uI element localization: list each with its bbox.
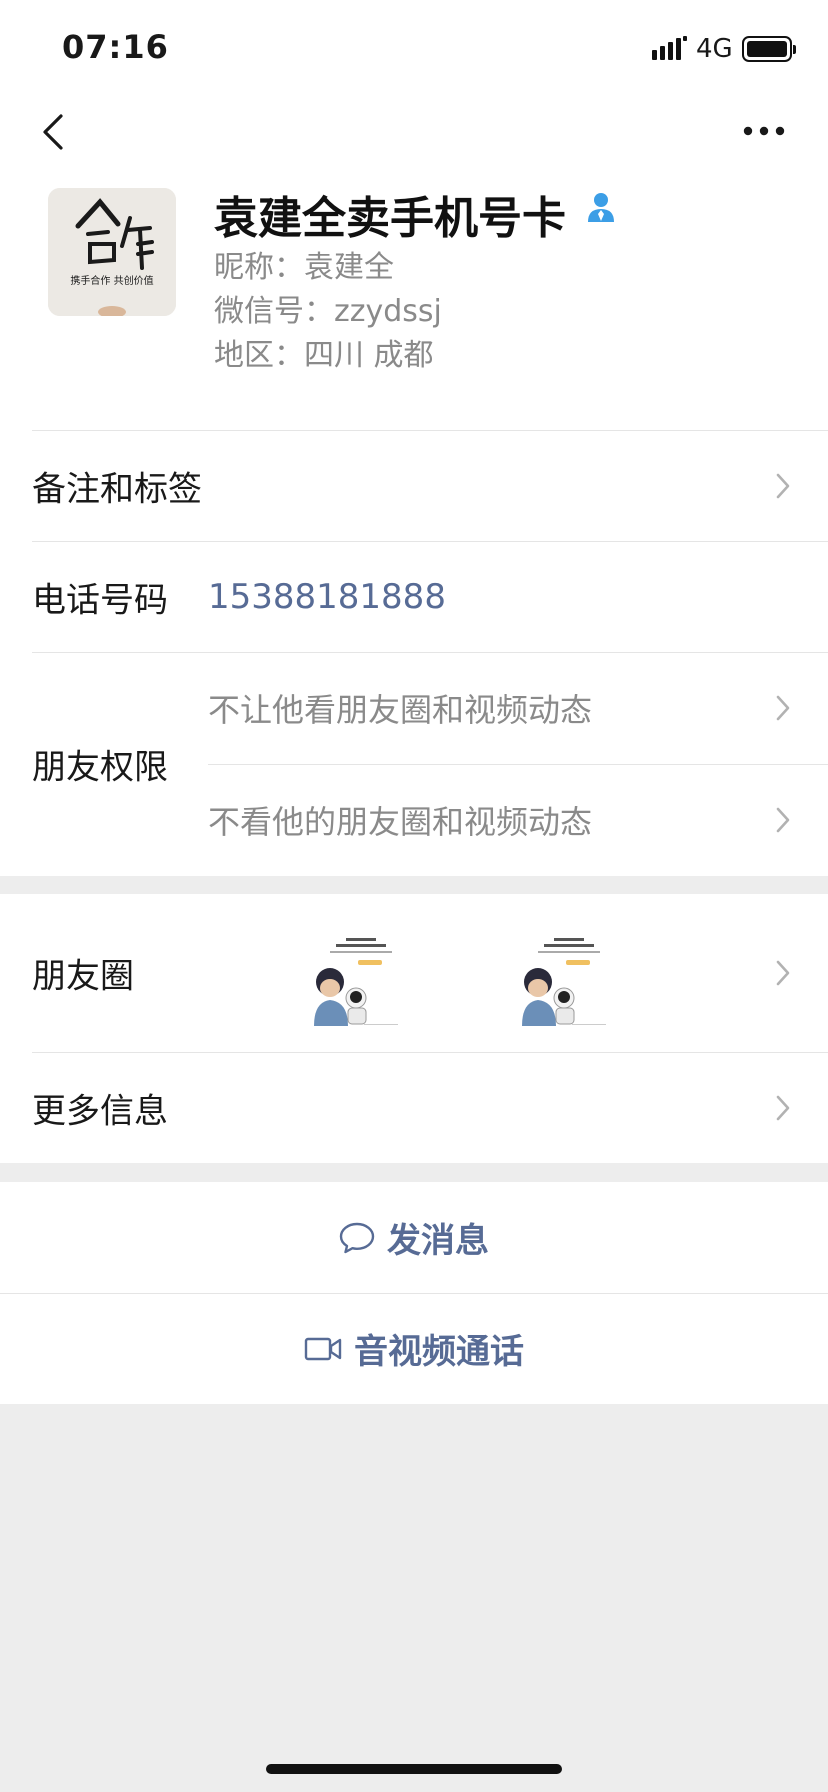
remark-tags-label: 备注和标签 — [32, 469, 202, 509]
battery-icon — [742, 36, 796, 62]
moments-label: 朋友圈 — [32, 956, 134, 997]
remark-tags-row[interactable]: 备注和标签 — [0, 430, 828, 541]
contact-person-icon — [588, 193, 614, 222]
phone-number-link[interactable]: 15388181888 — [208, 577, 446, 617]
more-info-row[interactable]: 更多信息 — [0, 1052, 828, 1163]
home-indicator — [266, 1764, 562, 1774]
more-info-label: 更多信息 — [32, 1091, 168, 1131]
chevron-left-icon — [43, 114, 63, 150]
chevron-right-icon — [776, 695, 790, 721]
video-camera-icon — [304, 1337, 342, 1360]
permission-hide-his-moments[interactable]: 不看他的朋友圈和视频动态 — [208, 764, 828, 876]
moments-row[interactable]: 朋友圈 — [0, 894, 828, 1052]
info-section: 备注和标签 电话号码 15388181888 朋友权限 不让他看朋友圈和视频动态… — [0, 430, 828, 876]
send-message-label: 发消息 — [387, 1221, 489, 1261]
network-type: 4G — [696, 34, 733, 64]
avatar[interactable]: 携手合作 共创价值 — [48, 188, 176, 316]
friend-permissions: 朋友权限 不让他看朋友圈和视频动态 不看他的朋友圈和视频动态 — [0, 652, 828, 876]
moment-thumbnail — [516, 932, 616, 1032]
permission-option-1: 不让他看朋友圈和视频动态 — [208, 691, 593, 729]
send-message-button[interactable]: 发消息 — [0, 1182, 828, 1293]
status-time: 07:16 — [62, 28, 169, 66]
back-button[interactable] — [28, 104, 78, 160]
phone-label: 电话号码 — [32, 580, 168, 620]
moments-section: 朋友圈 更多信息 — [0, 894, 828, 1163]
chevron-right-icon — [776, 1095, 790, 1120]
actions-section: 发消息 音视频通话 — [0, 1182, 828, 1404]
nav-bar — [0, 96, 828, 168]
av-call-button[interactable]: 音视频通话 — [0, 1293, 828, 1404]
chevron-right-icon — [776, 473, 790, 498]
status-bar: 07:16 4G — [0, 0, 828, 96]
region: 地区：四川 成都 — [214, 338, 434, 373]
nickname: 昵称：袁建全 — [214, 250, 394, 285]
avatar-caption: 携手合作 共创价值 — [70, 274, 153, 287]
chat-bubble-icon — [339, 1222, 375, 1253]
moment-thumbnail — [308, 932, 408, 1032]
chevron-right-icon — [776, 807, 790, 833]
display-name: 袁建全卖手机号卡 — [214, 193, 566, 244]
profile-header: 携手合作 共创价值 袁建全卖手机号卡 昵称：袁建全 微信号：zzydssj 地区… — [0, 168, 828, 430]
phone-row: 电话号码 15388181888 — [0, 541, 828, 652]
signal-icon — [652, 36, 687, 60]
av-call-label: 音视频通话 — [354, 1332, 524, 1372]
more-icon — [743, 126, 785, 136]
avatar-image: 携手合作 共创价值 — [48, 188, 176, 316]
permission-hide-my-moments[interactable]: 不让他看朋友圈和视频动态 — [208, 652, 828, 764]
wechat-id: 微信号：zzydssj — [214, 294, 442, 329]
more-button[interactable] — [734, 106, 794, 156]
chevron-right-icon — [776, 960, 790, 986]
friend-permissions-label: 朋友权限 — [32, 747, 168, 788]
permission-option-2: 不看他的朋友圈和视频动态 — [208, 803, 593, 841]
